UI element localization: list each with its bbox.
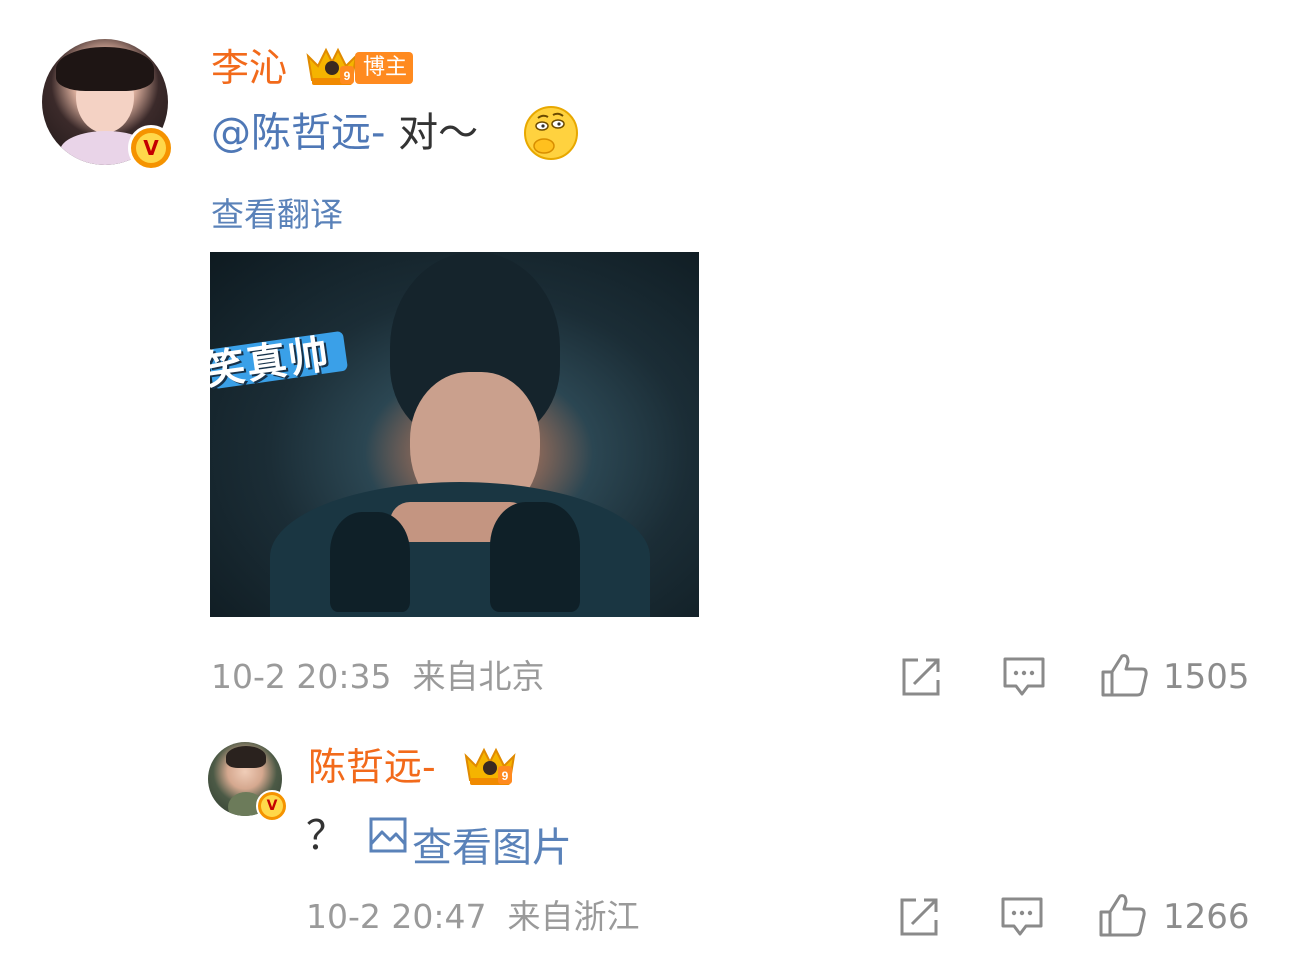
comment-icon[interactable] (1002, 656, 1046, 698)
crown-level-icon: 9 (306, 47, 358, 85)
reply-comment-icon[interactable] (1000, 896, 1044, 938)
blogger-badge: 博主 (355, 52, 414, 84)
comment-text: @陈哲远- 对～ (211, 113, 478, 153)
reply-like-icon[interactable] (1098, 892, 1148, 938)
comment-image[interactable]: 笑真帅 (210, 252, 699, 617)
like-icon[interactable] (1100, 652, 1150, 698)
thinking-emoji-icon (524, 106, 578, 160)
verified-badge-icon: V (128, 125, 174, 171)
view-image-link[interactable]: 查看图片 (412, 815, 572, 873)
reply-like-count: 1266 (1163, 897, 1250, 937)
reply-author-name[interactable]: 陈哲远- (308, 748, 436, 786)
svg-text:9: 9 (344, 69, 351, 83)
reply-verified-badge-icon: V (256, 790, 288, 822)
comment-body: 对～ (385, 110, 479, 156)
comment-author-name[interactable]: 李沁 (211, 49, 287, 87)
svg-text:9: 9 (502, 769, 509, 783)
comment-timestamp: 10-2 20:35 来自北京 (211, 657, 545, 696)
reply-crown-level-icon: 9 (464, 747, 516, 785)
mention-link[interactable]: @陈哲远- (211, 110, 385, 156)
reply-share-icon[interactable] (898, 896, 940, 938)
image-overlay-text: 笑真帅 (210, 331, 334, 395)
reply-timestamp: 10-2 20:47 来自浙江 (306, 897, 640, 936)
like-count: 1505 (1163, 657, 1250, 697)
share-icon[interactable] (900, 656, 942, 698)
image-icon[interactable] (368, 816, 408, 854)
translate-link[interactable]: 查看翻译 (211, 188, 343, 236)
reply-text: ？ (306, 813, 346, 859)
